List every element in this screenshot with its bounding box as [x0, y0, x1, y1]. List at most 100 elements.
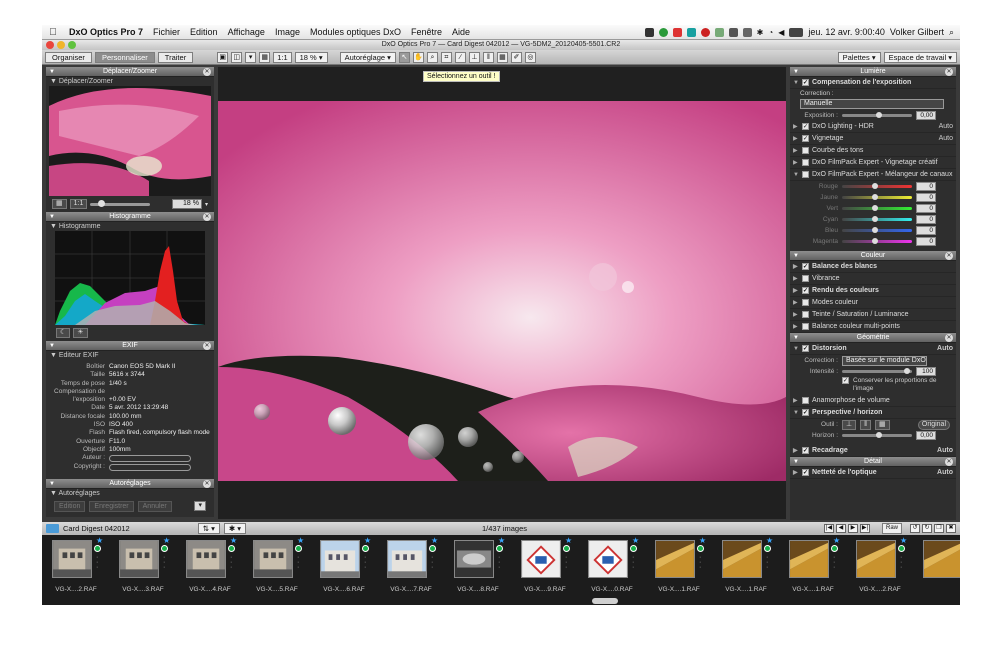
film-thumbnail[interactable]: ★ · · · VG-X....8.RAF: [448, 535, 515, 597]
exposition-value[interactable]: 0,00: [916, 111, 936, 120]
eyedropper-tool-icon[interactable]: ∕: [454, 51, 466, 63]
nav-one-to-one-button[interactable]: 1:1: [69, 199, 88, 209]
exposition-slider-knob[interactable]: [876, 112, 882, 118]
film-thumbnail[interactable]: ★ · · · VG-X....9.RAF: [515, 535, 582, 597]
more-dots-icon[interactable]: · · ·: [431, 554, 433, 571]
anamorphose-row[interactable]: ▶ Anamorphose de volume: [790, 395, 956, 407]
expand-icon[interactable]: ▼: [793, 172, 799, 178]
balance-multi-checkbox[interactable]: [802, 323, 809, 330]
lighting-row[interactable]: ▶ ✓ DxO Lighting - HDR Auto: [790, 121, 956, 133]
more-dots-icon[interactable]: · · ·: [632, 554, 634, 571]
auto-palette-header[interactable]: ▼ Autoréglages ✕: [46, 478, 214, 489]
menu-edition[interactable]: Edition: [185, 27, 223, 37]
mix-slider-knob[interactable]: [872, 194, 878, 200]
couleur-header[interactable]: ▼ Couleur ✕: [790, 251, 956, 261]
vibrance-checkbox[interactable]: [802, 275, 809, 282]
conserver-row[interactable]: ✓ Conserver les proportions de l'image: [790, 377, 956, 395]
more-dots-icon[interactable]: · · ·: [833, 554, 835, 571]
fit-view-icon[interactable]: ▦: [259, 51, 271, 63]
apple-menu-icon[interactable]: : [42, 27, 64, 38]
copyright-field[interactable]: [109, 463, 191, 471]
more-dots-icon[interactable]: · · ·: [766, 554, 768, 571]
detail-header[interactable]: ▼ Détail ✕: [790, 457, 956, 467]
filmpack-mix-checkbox[interactable]: [802, 171, 809, 178]
mix-slider[interactable]: [842, 216, 912, 222]
autoreglage-select[interactable]: Autoréglage ▾: [339, 51, 396, 63]
expand-icon[interactable]: ▶: [793, 263, 799, 270]
mix-slider[interactable]: [842, 205, 912, 211]
tray-meter-icon[interactable]: [714, 27, 724, 37]
film-thumbnail[interactable]: ★ · · · VG-X....2.RAF: [850, 535, 917, 597]
original-button[interactable]: Original: [917, 419, 950, 430]
nav-subheader[interactable]: ▼ Déplacer/Zoomer: [46, 77, 214, 86]
tab-personnaliser[interactable]: Personnaliser: [94, 51, 155, 63]
geometrie-header[interactable]: ▼ Géométrie ✕: [790, 333, 956, 343]
menu-fichier[interactable]: Fichier: [148, 27, 185, 37]
film-thumbnail[interactable]: ★ · · · VG-X....6.RAF: [314, 535, 381, 597]
horizon-slider[interactable]: [842, 432, 912, 438]
battery-icon[interactable]: [789, 27, 804, 37]
preset-menu-icon[interactable]: ▾: [194, 500, 206, 511]
horizon-tool-icon[interactable]: ⊥: [468, 51, 480, 63]
highlight-clipping-icon[interactable]: ☀: [73, 328, 88, 338]
film-thumbnail[interactable]: ★···: [917, 535, 960, 597]
pointer-tool-icon[interactable]: ↖: [398, 51, 410, 63]
close-palette-icon[interactable]: ✕: [945, 334, 953, 342]
mix-slider[interactable]: [842, 227, 912, 233]
intensite-slider-knob[interactable]: [904, 368, 910, 374]
compare-view-icon[interactable]: ◫: [231, 51, 243, 63]
star-icon[interactable]: ★: [699, 536, 706, 545]
nettete-checkbox[interactable]: ✓: [802, 469, 809, 476]
recadrage-row[interactable]: ▶ ✓ Recadrage Auto: [790, 445, 956, 457]
conserver-checkbox[interactable]: ✓: [842, 377, 849, 384]
single-view-icon[interactable]: ▣: [217, 51, 229, 63]
menu-fenetre[interactable]: Fenêtre: [406, 27, 447, 37]
intensite-value[interactable]: 100: [916, 367, 936, 376]
expand-icon[interactable]: ▶: [793, 123, 799, 130]
more-dots-icon[interactable]: · · ·: [297, 554, 299, 571]
balance-row[interactable]: ▶ ✓ Balance des blancs: [790, 261, 956, 273]
modes-row[interactable]: ▶ Modes couleur: [790, 297, 956, 309]
rendu-checkbox[interactable]: ✓: [802, 287, 809, 294]
horizon-slider-knob[interactable]: [876, 432, 882, 438]
close-palette-icon[interactable]: ✕: [203, 479, 211, 488]
more-dots-icon[interactable]: · · ·: [163, 554, 165, 571]
rendu-row[interactable]: ▶ ✓ Rendu des couleurs: [790, 285, 956, 297]
film-thumbnail[interactable]: ★ · · · VG-X....5.RAF: [247, 535, 314, 597]
collapse-icon[interactable]: ▼: [49, 212, 55, 222]
mix-slider[interactable]: [842, 238, 912, 244]
mix-slider[interactable]: [842, 194, 912, 200]
nav-fit-icon[interactable]: ▦: [52, 199, 67, 209]
modes-checkbox[interactable]: [802, 299, 809, 306]
close-palette-icon[interactable]: ✕: [945, 68, 953, 76]
edit-preset-button[interactable]: Edition: [54, 500, 86, 512]
expo-comp-row[interactable]: ▼ ✓ Compensation de l'exposition: [790, 77, 956, 89]
outil-vertical-icon[interactable]: ‖: [860, 419, 872, 430]
tray-flame-icon[interactable]: [700, 27, 710, 37]
expand-icon[interactable]: ▼: [793, 80, 799, 86]
menu-modules-optiques[interactable]: Modules optiques DxO: [305, 27, 406, 37]
close-palette-icon[interactable]: ✕: [203, 342, 211, 350]
more-dots-icon[interactable]: · · ·: [699, 554, 701, 571]
expand-icon[interactable]: ▶: [793, 299, 799, 306]
collapse-icon[interactable]: ▼: [49, 479, 55, 489]
tab-organiser[interactable]: Organiser: [45, 51, 92, 63]
close-palette-icon[interactable]: ✕: [945, 252, 953, 260]
outil-grid-icon[interactable]: ▦: [875, 419, 890, 430]
expand-icon[interactable]: ▶: [793, 311, 799, 318]
filmpack-vignette-row[interactable]: ▶ DxO FilmPack Expert - Vignetage créatif: [790, 157, 956, 169]
expand-icon[interactable]: ▶: [793, 275, 799, 282]
repair-tool-icon[interactable]: ✐: [510, 51, 522, 63]
cancel-preset-button[interactable]: Annuler: [137, 500, 172, 512]
mix-value[interactable]: 0: [916, 204, 936, 213]
star-icon[interactable]: ★: [431, 536, 438, 545]
expand-icon[interactable]: ▶: [793, 323, 799, 330]
balance-multi-row[interactable]: ▶ Balance couleur multi-points: [790, 321, 956, 333]
last-image-icon[interactable]: ▶|: [859, 524, 870, 533]
horizon-value[interactable]: 0,00: [916, 431, 936, 440]
nav-zoom-slider-knob[interactable]: [98, 199, 106, 207]
perspective-tool-icon[interactable]: ‖: [482, 51, 494, 63]
collapse-icon[interactable]: ▼: [49, 341, 55, 351]
rotate-right-icon[interactable]: ↻: [922, 524, 932, 533]
nav-palette-header[interactable]: ▼ Déplacer/Zoomer ✕: [46, 67, 214, 77]
